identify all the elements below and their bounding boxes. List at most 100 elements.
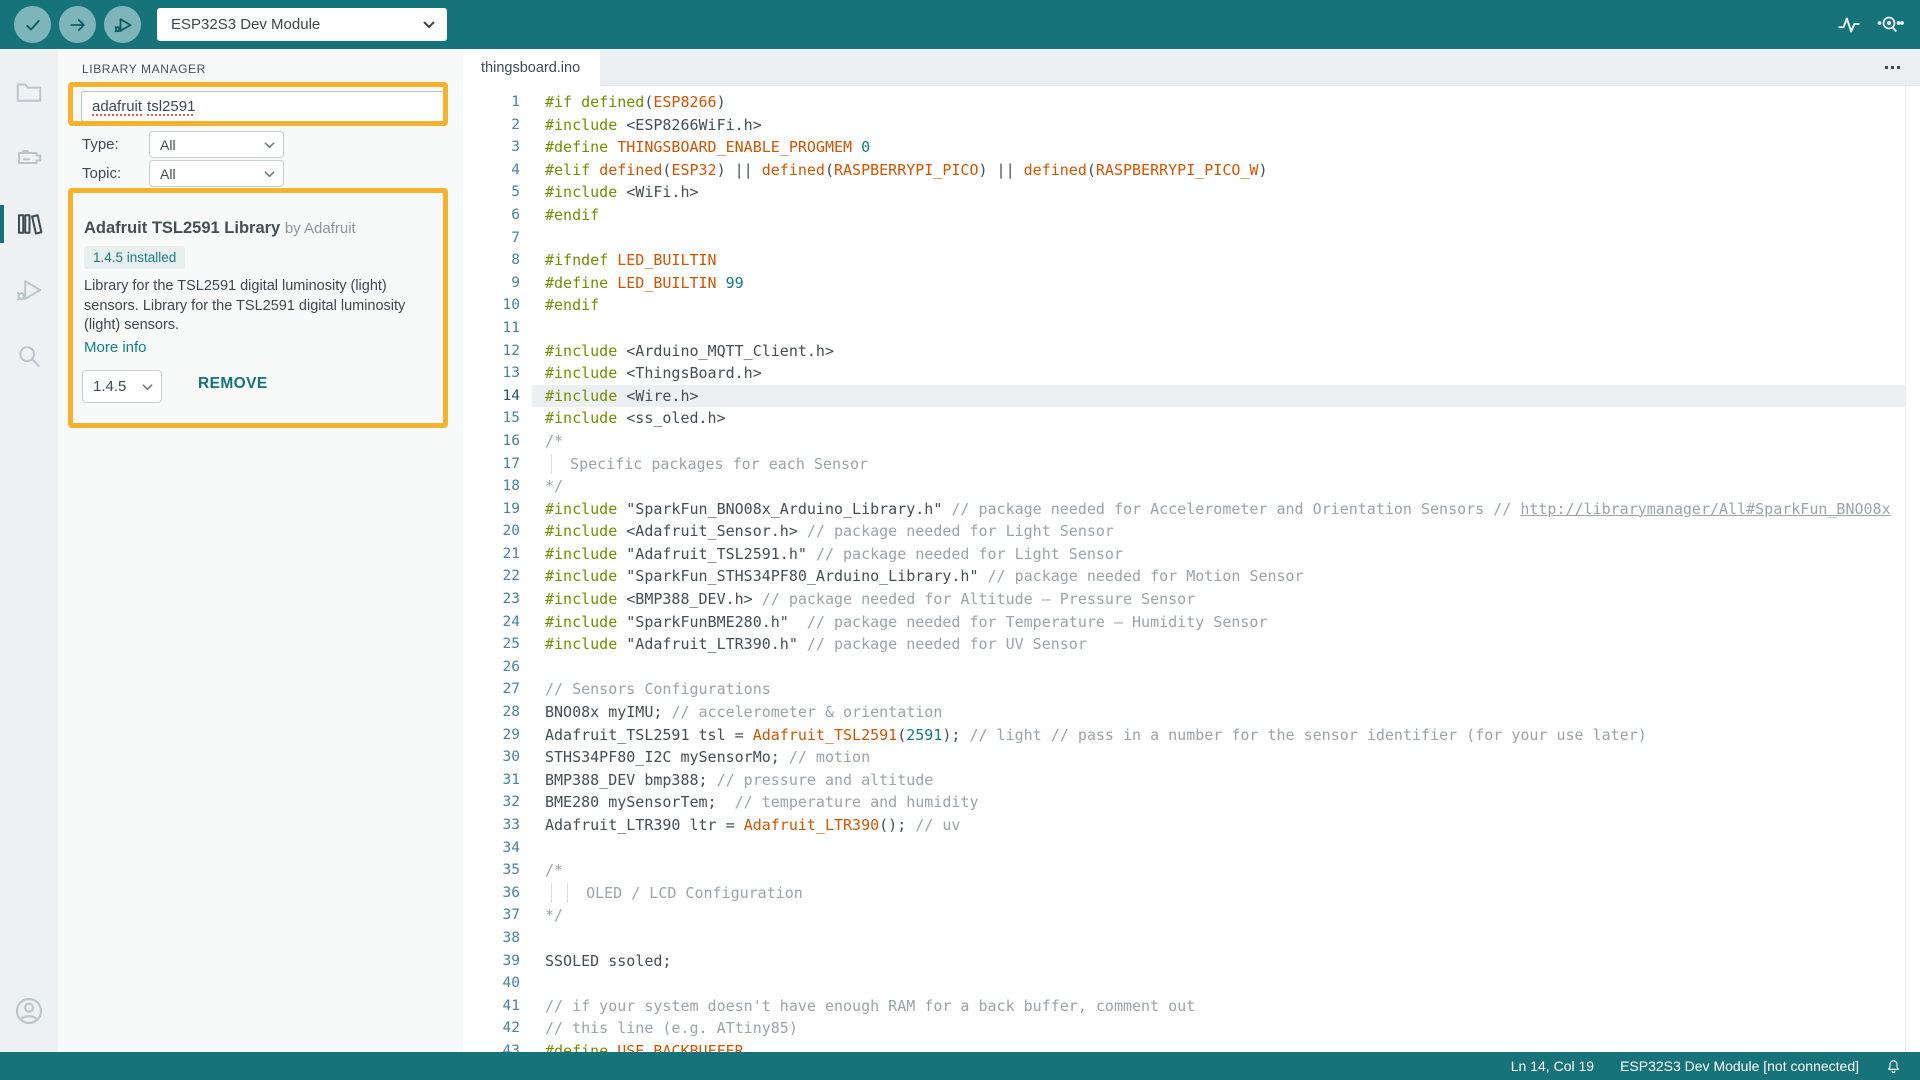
line-number: 16: [463, 430, 520, 453]
code-line[interactable]: 18*/: [463, 475, 1920, 498]
check-icon: [23, 15, 43, 35]
sidebar-item-account[interactable]: [0, 982, 58, 1040]
code-line[interactable]: 42// this line (e.g. ATtiny85): [463, 1017, 1920, 1040]
code-line[interactable]: 10#endif: [463, 294, 1920, 317]
code-line[interactable]: 3#define THINGSBOARD_ENABLE_PROGMEM 0: [463, 136, 1920, 159]
code-line[interactable]: 40: [463, 972, 1920, 995]
line-content: */: [532, 904, 1920, 927]
sidebar-item-search[interactable]: [0, 327, 58, 385]
cursor-position[interactable]: Ln 14, Col 19: [1511, 1058, 1594, 1074]
debug-button[interactable]: [104, 6, 141, 43]
library-search-input[interactable]: adafruit tsl2591: [81, 91, 445, 122]
editor-scrollbar[interactable]: [1905, 86, 1920, 1052]
line-content: #include <ThingsBoard.h>: [532, 362, 1920, 385]
code-line[interactable]: 23#include <BMP388_DEV.h> // package nee…: [463, 588, 1920, 611]
line-content: #ifndef LED_BUILTIN: [532, 249, 1920, 272]
code-editor[interactable]: 1 #if defined(ESP8266)2#include <ESP8266W…: [463, 86, 1920, 1052]
sidebar-item-debug[interactable]: [0, 261, 58, 319]
code-line[interactable]: 1 #if defined(ESP8266): [463, 91, 1920, 114]
toolbar: ESP32S3 Dev Module: [0, 0, 1920, 49]
notifications-bell-icon[interactable]: [1885, 1058, 1902, 1075]
line-content: #include <Adafruit_Sensor.h> // package …: [532, 520, 1920, 543]
search-word: adafruit: [92, 98, 142, 115]
code-line[interactable]: 2#include <ESP8266WiFi.h>: [463, 114, 1920, 137]
line-content: #endif: [532, 204, 1920, 227]
code-line[interactable]: 33Adafruit_LTR390 ltr = Adafruit_LTR390(…: [463, 814, 1920, 837]
line-number: 19: [463, 498, 520, 521]
code-line[interactable]: 22#include "SparkFun_STHS34PF80_Arduino_…: [463, 565, 1920, 588]
topic-filter-dropdown[interactable]: All: [149, 160, 284, 187]
line-content: #if defined(ESP8266): [532, 91, 1920, 114]
code-line[interactable]: 28BNO08x myIMU; // accelerometer & orien…: [463, 701, 1920, 724]
code-line[interactable]: 30STHS34PF80_I2C mySensorMo; // motion: [463, 746, 1920, 769]
tab-thingsboard-ino[interactable]: thingsboard.ino: [463, 49, 600, 86]
code-line[interactable]: 41// if your system doesn't have enough …: [463, 995, 1920, 1018]
code-line[interactable]: 39SSOLED ssoled;: [463, 950, 1920, 973]
code-line[interactable]: 31BMP388_DEV bmp388; // pressure and alt…: [463, 769, 1920, 792]
editor-area: thingsboard.ino 1 #if defined(ESP8266)2#i…: [463, 49, 1920, 1052]
tab-label: thingsboard.ino: [481, 60, 580, 76]
upload-button[interactable]: [59, 6, 96, 43]
line-number: 27: [463, 678, 520, 701]
more-info-link[interactable]: More info: [84, 339, 147, 356]
code-line[interactable]: 24#include "SparkFunBME280.h" // package…: [463, 611, 1920, 634]
line-content: #include "SparkFun_BNO08x_Arduino_Librar…: [532, 498, 1920, 521]
code-line[interactable]: 13#include <ThingsBoard.h>: [463, 362, 1920, 385]
code-line[interactable]: 32BME280 mySensorTem; // temperature and…: [463, 791, 1920, 814]
line-number: 1: [463, 91, 520, 114]
code-line[interactable]: 38: [463, 927, 1920, 950]
ellipsis-icon: [1897, 66, 1900, 69]
topic-filter-label: Topic:: [82, 165, 121, 182]
code-line[interactable]: 15#include <ss_oled.h>: [463, 407, 1920, 430]
line-content: [532, 972, 1920, 995]
serial-monitor-button[interactable]: [1876, 12, 1904, 38]
line-content: OLED / LCD Configuration: [532, 882, 1920, 905]
workbench-body: LIBRARY MANAGER adafruit tsl2591 Type: A…: [0, 49, 1920, 1052]
remove-button[interactable]: REMOVE: [198, 375, 268, 393]
code-line[interactable]: 35/*: [463, 859, 1920, 882]
code-line[interactable]: 36 OLED / LCD Configuration: [463, 882, 1920, 905]
search-word: tsl2591: [147, 98, 195, 115]
editor-more-actions-button[interactable]: [1881, 62, 1904, 73]
line-number: 31: [463, 769, 520, 792]
code-line[interactable]: 17 Specific packages for each Sensor: [463, 453, 1920, 476]
code-line[interactable]: 6 #endif: [463, 204, 1920, 227]
search-icon: [14, 341, 44, 371]
line-number: 39: [463, 950, 520, 973]
code-line[interactable]: 34: [463, 837, 1920, 860]
code-line[interactable]: 27// Sensors Configurations: [463, 678, 1920, 701]
type-filter-value: All: [160, 137, 264, 153]
code-line[interactable]: 7: [463, 227, 1920, 250]
serial-plotter-button[interactable]: [1836, 12, 1862, 38]
code-line[interactable]: 26: [463, 656, 1920, 679]
code-line[interactable]: 16/*: [463, 430, 1920, 453]
code-line[interactable]: 43#define USE_BACKBUFFER: [463, 1040, 1920, 1052]
ellipsis-icon: [1885, 66, 1888, 69]
board-selector-dropdown[interactable]: ESP32S3 Dev Module: [157, 8, 447, 41]
verify-button[interactable]: [14, 6, 51, 43]
code-line[interactable]: 19 #include "SparkFun_BNO08x_Arduino_Libr…: [463, 498, 1920, 521]
sidebar-item-library-manager[interactable]: [0, 195, 58, 253]
code-line[interactable]: 5#include <WiFi.h>: [463, 181, 1920, 204]
code-line[interactable]: 11: [463, 317, 1920, 340]
sidebar-item-boards-manager[interactable]: [0, 129, 58, 187]
sidebar-item-sketchbook[interactable]: [0, 63, 58, 121]
code-line[interactable]: 37*/: [463, 904, 1920, 927]
line-number: 17: [463, 453, 520, 476]
code-line[interactable]: 21#include "Adafruit_TSL2591.h" // packa…: [463, 543, 1920, 566]
code-line[interactable]: 14#include <Wire.h>: [463, 385, 1920, 408]
version-dropdown[interactable]: 1.4.5: [82, 370, 162, 403]
code-line[interactable]: 8#ifndef LED_BUILTIN: [463, 249, 1920, 272]
code-line[interactable]: 20#include <Adafruit_Sensor.h> // packag…: [463, 520, 1920, 543]
board-connection-status[interactable]: ESP32S3 Dev Module [not connected]: [1620, 1058, 1859, 1074]
ellipsis-icon: [1891, 66, 1894, 69]
library-card-title: Adafruit TSL2591 Library by Adafruit: [84, 219, 356, 238]
code-line[interactable]: 12#include <Arduino_MQTT_Client.h>: [463, 340, 1920, 363]
line-number: 6: [463, 204, 520, 227]
code-line[interactable]: 9#define LED_BUILTIN 99: [463, 272, 1920, 295]
type-filter-dropdown[interactable]: All: [149, 131, 284, 158]
code-line[interactable]: 29Adafruit_TSL2591 tsl = Adafruit_TSL259…: [463, 724, 1920, 747]
activity-bar: [0, 49, 58, 1052]
code-line[interactable]: 25#include "Adafruit_LTR390.h" // packag…: [463, 633, 1920, 656]
code-line[interactable]: 4#elif defined(ESP32) || defined(RASPBER…: [463, 159, 1920, 182]
